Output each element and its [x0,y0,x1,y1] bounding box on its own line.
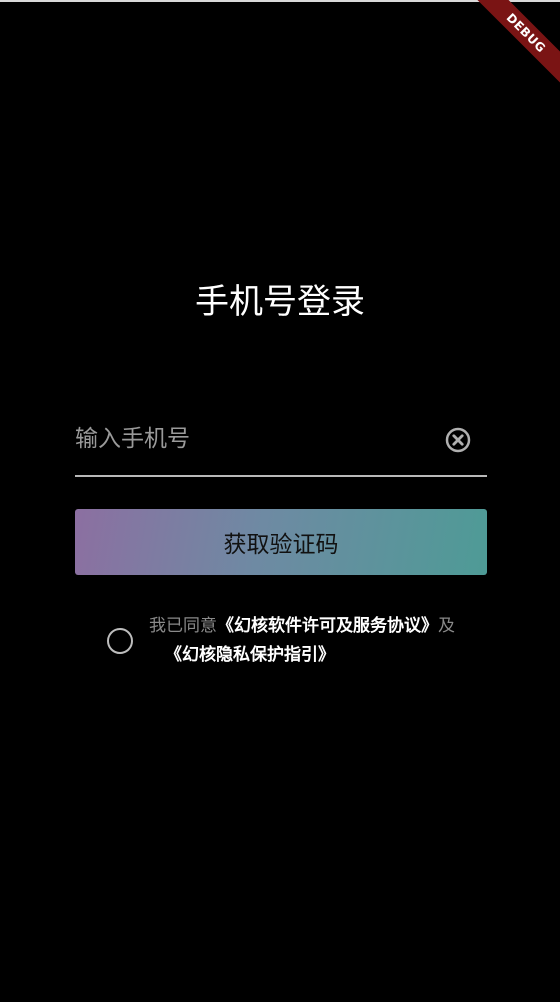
debug-ribbon-label: DEBUG [468,0,560,91]
phone-field-row [75,415,487,477]
agreement-prefix: 我已同意 [149,616,217,636]
clear-input-button[interactable] [445,427,471,453]
get-verification-code-button[interactable]: 获取验证码 [75,509,487,575]
agreement-text: 我已同意《幻核软件许可及服务协议》及 《幻核隐私保护指引》 [149,612,479,670]
clear-circle-icon [445,427,471,453]
page-title: 手机号登录 [195,282,365,322]
agreement-checkbox[interactable] [107,628,133,654]
license-agreement-link[interactable]: 《幻核软件许可及服务协议》 [217,616,438,636]
privacy-guide-link[interactable]: 《幻核隐私保护指引》 [165,645,335,665]
phone-number-input[interactable] [75,415,435,463]
agreement-conjunction: 及 [438,616,455,636]
debug-banner: DEBUG [460,0,560,100]
